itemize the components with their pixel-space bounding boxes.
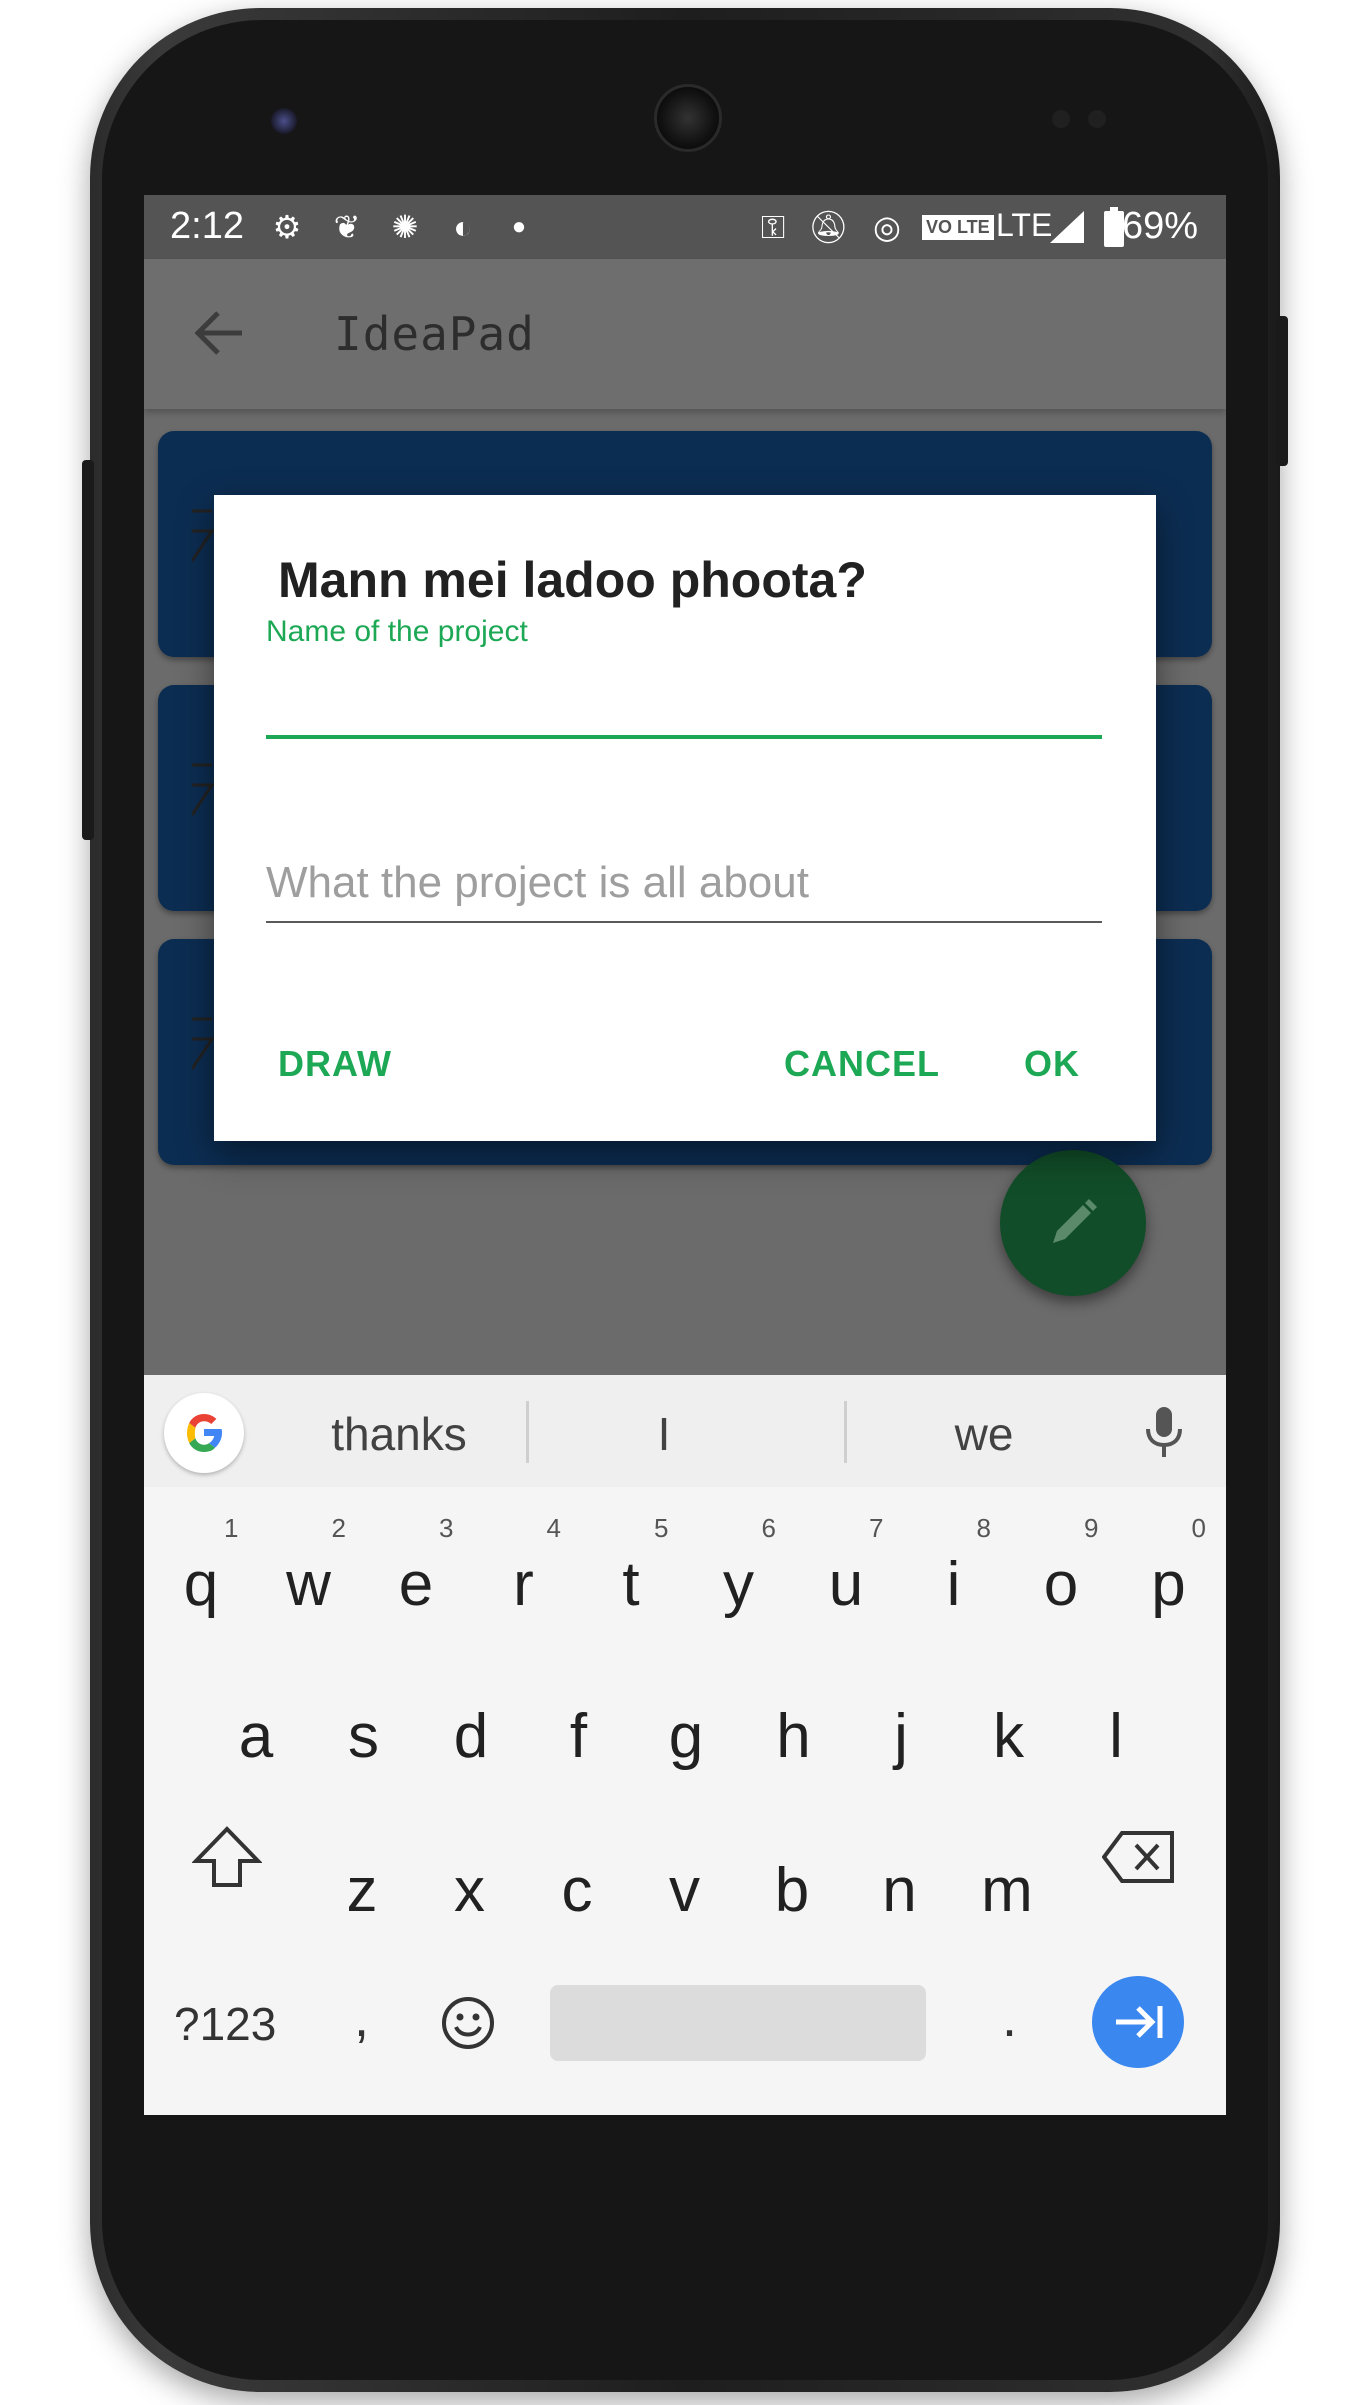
key-number-hint: 9 — [1084, 1513, 1099, 1543]
key-number-hint: 5 — [654, 1513, 669, 1543]
front-camera — [271, 108, 297, 134]
settings-gear-icon: ⚙ — [272, 209, 302, 245]
app-bar: IdeaPad — [144, 259, 1226, 409]
key-number-hint: 8 — [976, 1513, 991, 1543]
key-m[interactable]: m — [957, 1831, 1057, 1951]
status-bar: 2:12 ⚙ ❦ ✺ ◐ ● ⚿ 🔕︎ ◎ VO LTE LTE 69% — [144, 195, 1226, 259]
cancel-button[interactable]: CANCEL — [784, 1043, 940, 1085]
key-a[interactable]: a — [206, 1677, 306, 1797]
key-h[interactable]: h — [744, 1677, 844, 1797]
app-title: IdeaPad — [334, 307, 535, 361]
suggestion-divider — [844, 1401, 847, 1463]
network-type: LTE — [996, 207, 1053, 243]
proximity-sensor — [1052, 110, 1070, 128]
key-j[interactable]: j — [851, 1677, 951, 1797]
signal-strength-icon — [1050, 211, 1084, 243]
tab-next-icon — [1116, 2006, 1163, 2038]
key-f[interactable]: f — [529, 1677, 629, 1797]
space-bar[interactable] — [550, 1985, 926, 2061]
key-c[interactable]: c — [527, 1831, 627, 1951]
arrow-back-icon[interactable] — [190, 303, 250, 363]
project-name-label: Name of the project — [266, 615, 528, 648]
key-number-hint: 6 — [761, 1513, 776, 1543]
emoji-icon[interactable] — [440, 1995, 496, 2051]
shift-icon[interactable] — [192, 1823, 262, 1893]
notification-circle-icon: ◐ — [453, 209, 473, 245]
next-field-key[interactable] — [1092, 1976, 1184, 2068]
key-number-hint: 1 — [224, 1513, 239, 1543]
key-number-hint: 2 — [331, 1513, 346, 1543]
pencil-icon — [1053, 1199, 1097, 1243]
dialog-title: Mann mei ladoo phoota? — [278, 552, 867, 608]
more-notifications-dot-icon: ● — [511, 213, 527, 240]
status-time: 2:12 — [170, 205, 244, 247]
key-number-hint: 0 — [1191, 1513, 1206, 1543]
vpn-key-icon: ⚿ — [760, 209, 786, 245]
phone-screen: 2:12 ⚙ ❦ ✺ ◐ ● ⚿ 🔕︎ ◎ VO LTE LTE 69% Ide… — [144, 195, 1226, 2115]
key-k[interactable]: k — [959, 1677, 1059, 1797]
key-x[interactable]: x — [420, 1831, 520, 1951]
period-key[interactable]: . — [1002, 1987, 1017, 2049]
hotspot-icon: ◎ — [873, 209, 901, 245]
android-debug-icon: ✺ — [391, 209, 419, 245]
battery-percent: 69% — [1121, 205, 1198, 247]
suggestion-word[interactable]: we — [884, 1407, 1084, 1461]
new-idea-fab[interactable] — [1000, 1150, 1146, 1296]
suggestion-divider — [526, 1401, 529, 1463]
light-sensor — [1088, 110, 1106, 128]
key-n[interactable]: n — [850, 1831, 950, 1951]
microphone-icon[interactable] — [1144, 1405, 1184, 1459]
key-b[interactable]: b — [742, 1831, 842, 1951]
new-project-dialog: Mann mei ladoo phoota? Name of the proje… — [214, 495, 1156, 1141]
backspace-icon[interactable] — [1102, 1829, 1176, 1885]
key-g[interactable]: g — [636, 1677, 736, 1797]
draw-button[interactable]: DRAW — [278, 1043, 392, 1085]
notifications-off-icon: 🔕︎ — [808, 209, 849, 245]
suggestion-strip: thanks I we — [144, 1375, 1226, 1487]
project-description-input[interactable] — [266, 845, 1102, 923]
key-l[interactable]: l — [1066, 1677, 1166, 1797]
key-s[interactable]: s — [314, 1677, 414, 1797]
earpiece-speaker — [654, 84, 722, 152]
key-number-hint: 3 — [439, 1513, 454, 1543]
ok-button[interactable]: OK — [1024, 1043, 1080, 1085]
volume-button — [82, 460, 94, 840]
suggestion-word[interactable]: thanks — [294, 1407, 504, 1461]
volte-badge: VO LTE — [922, 215, 994, 240]
soft-keyboard: thanks I we q1w2e3r4t5y6u7i8o9p0 asdfghj… — [144, 1375, 1226, 2115]
key-d[interactable]: d — [421, 1677, 521, 1797]
key-z[interactable]: z — [312, 1831, 412, 1951]
symbols-key[interactable]: ?123 — [174, 1997, 276, 2051]
notification-app-icon: ❦ — [333, 209, 361, 245]
key-number-hint: 4 — [546, 1513, 561, 1543]
comma-key[interactable]: , — [354, 1987, 369, 2049]
project-name-input[interactable] — [266, 665, 1102, 739]
key-number-hint: 7 — [869, 1513, 884, 1543]
key-v[interactable]: v — [635, 1831, 735, 1951]
google-logo-icon[interactable] — [164, 1393, 244, 1473]
power-button — [1276, 316, 1288, 466]
suggestion-word[interactable]: I — [564, 1407, 764, 1461]
